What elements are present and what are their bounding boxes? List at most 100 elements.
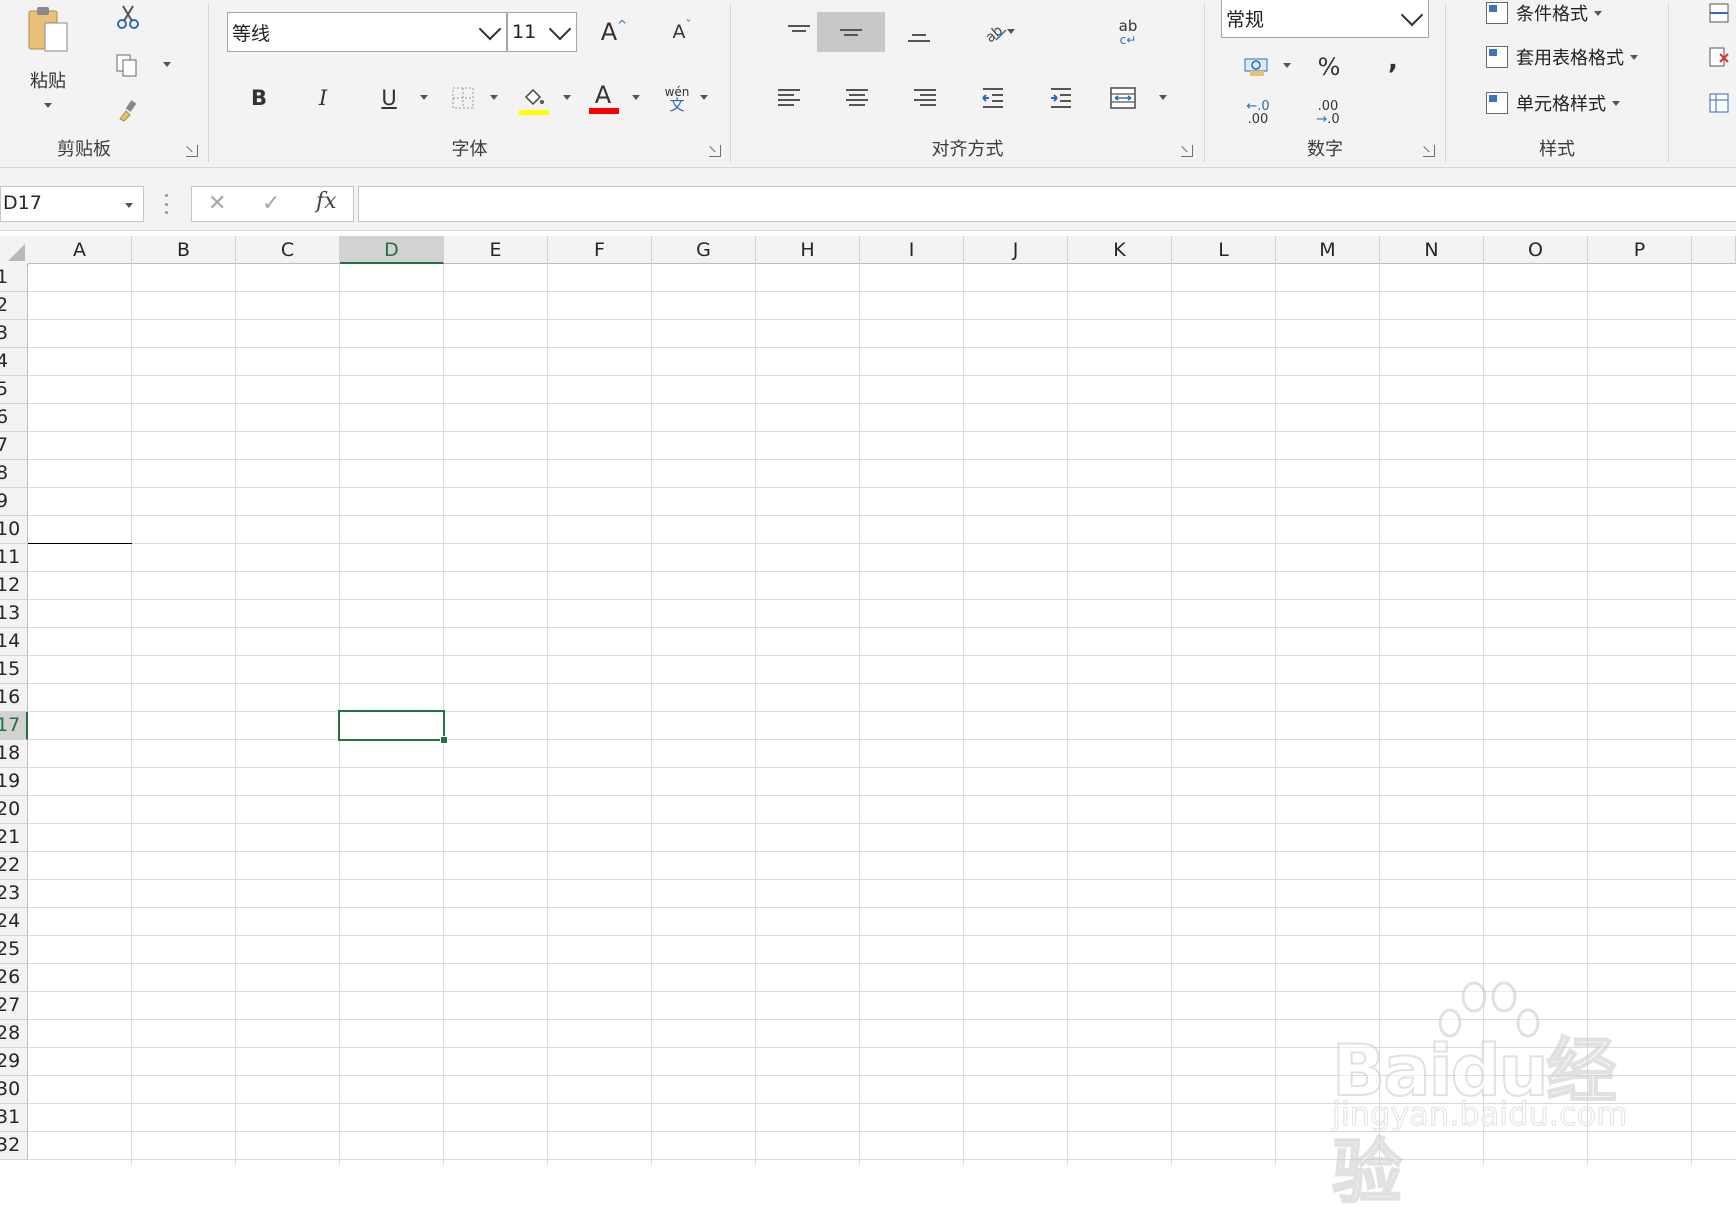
delete-cells-button[interactable] [1705,44,1733,70]
row-header-24[interactable]: 24 [0,908,28,936]
name-box-dropdown-icon[interactable] [125,203,133,208]
row-header-21[interactable]: 21 [0,824,28,852]
name-box[interactable]: D17 [0,186,144,222]
row-header-19[interactable]: 19 [0,768,28,796]
underline-button[interactable]: U [371,80,407,116]
format-as-table-button[interactable]: 套用表格格式 [1486,44,1638,70]
bold-button[interactable]: B [241,80,277,116]
row-header-25[interactable]: 25 [0,936,28,964]
insert-function-button[interactable]: fx [316,189,337,214]
column-header-m[interactable]: M [1276,236,1380,264]
align-left-button[interactable] [771,80,807,116]
number-dialog-launcher[interactable] [1423,145,1435,157]
row-header-11[interactable]: 11 [0,544,28,572]
copy-dropdown-icon[interactable] [163,62,171,67]
clipboard-dialog-launcher[interactable] [186,145,198,157]
column-header-g[interactable]: G [652,236,756,264]
formula-input[interactable] [358,186,1736,222]
row-header-2[interactable]: 2 [0,292,28,320]
column-header-n[interactable]: N [1380,236,1484,264]
column-header-f[interactable]: F [548,236,652,264]
cell-styles-button[interactable]: 单元格样式 [1486,90,1620,116]
fill-color-dropdown-icon[interactable] [563,95,571,100]
align-right-button[interactable] [907,80,943,116]
decrease-indent-button[interactable] [975,80,1011,116]
underline-dropdown-icon[interactable] [420,95,428,100]
phonetic-dropdown-icon[interactable] [700,95,708,100]
font-color-dropdown-icon[interactable] [632,95,640,100]
column-header-e[interactable]: E [444,236,548,264]
row-header-7[interactable]: 7 [0,432,28,460]
select-all-button[interactable] [0,236,29,265]
column-header-j[interactable]: J [964,236,1068,264]
row-header-6[interactable]: 6 [0,404,28,432]
row-header-15[interactable]: 15 [0,656,28,684]
row-header-27[interactable]: 27 [0,992,28,1020]
row-header-31[interactable]: 31 [0,1104,28,1132]
formula-bar-grip-icon[interactable] [164,194,168,214]
number-format-combo[interactable]: 常规 [1221,0,1429,38]
row-header-17[interactable]: 17 [0,712,28,740]
format-cells-button[interactable] [1705,90,1733,116]
increase-indent-button[interactable] [1043,80,1079,116]
column-header-b[interactable]: B [132,236,236,264]
row-header-32[interactable]: 32 [0,1132,28,1160]
column-header-i[interactable]: I [860,236,964,264]
row-header-29[interactable]: 29 [0,1048,28,1076]
cancel-edit-button[interactable]: ✕ [208,191,226,216]
accounting-format-button[interactable] [1237,50,1277,84]
copy-button[interactable] [110,50,144,80]
column-header-h[interactable]: H [756,236,860,264]
row-header-8[interactable]: 8 [0,460,28,488]
row-header-12[interactable]: 12 [0,572,28,600]
row-header-3[interactable]: 3 [0,320,28,348]
phonetic-button[interactable]: wén 文 [657,82,697,116]
confirm-edit-button[interactable]: ✓ [262,191,280,216]
row-header-13[interactable]: 13 [0,600,28,628]
font-color-button[interactable]: A [585,80,621,110]
row-header-9[interactable]: 9 [0,488,28,516]
orientation-dropdown-icon[interactable] [1007,29,1015,34]
column-header-l[interactable]: L [1172,236,1276,264]
row-header-16[interactable]: 16 [0,684,28,712]
column-header-a[interactable]: A [28,236,132,264]
insert-cells-button[interactable] [1705,0,1733,26]
format-painter-button[interactable] [112,96,144,126]
column-header-d[interactable]: D [340,236,444,264]
borders-dropdown-icon[interactable] [490,95,498,100]
row-header-26[interactable]: 26 [0,964,28,992]
column-header-k[interactable]: K [1068,236,1172,264]
paste-dropdown-icon[interactable] [44,102,52,108]
font-name-combo[interactable]: 等线 [227,12,507,52]
active-cell[interactable] [338,710,448,744]
align-center-button[interactable] [839,80,875,116]
italic-button[interactable]: I [305,80,341,116]
comma-style-button[interactable]: , [1373,44,1413,78]
row-header-30[interactable]: 30 [0,1076,28,1104]
row-header-23[interactable]: 23 [0,880,28,908]
shrink-font-button[interactable]: Aˇ [657,14,707,50]
font-size-combo[interactable]: 11 [507,12,577,52]
row-header-5[interactable]: 5 [0,376,28,404]
alignment-dialog-launcher[interactable] [1181,145,1193,157]
increase-decimal-button[interactable]: ←.0 .00 [1235,96,1281,130]
bottom-align-button[interactable] [889,12,949,52]
paste-button[interactable]: 粘贴 [14,0,82,112]
row-header-14[interactable]: 14 [0,628,28,656]
row-header-18[interactable]: 18 [0,740,28,768]
borders-button[interactable] [447,82,479,114]
column-header-p[interactable]: P [1588,236,1692,264]
row-header-10[interactable]: 10 [0,516,28,544]
column-header-c[interactable]: C [236,236,340,264]
merge-dropdown-icon[interactable] [1159,95,1167,100]
row-header-4[interactable]: 4 [0,348,28,376]
row-header-28[interactable]: 28 [0,1020,28,1048]
grow-font-button[interactable]: A ^ [589,14,639,50]
accounting-dropdown-icon[interactable] [1283,63,1291,68]
percent-style-button[interactable]: % [1309,50,1349,84]
row-header-22[interactable]: 22 [0,852,28,880]
wrap-text-button[interactable]: ab c↵ [1107,14,1149,50]
row-header-1[interactable]: 1 [0,264,28,292]
font-dialog-launcher[interactable] [709,145,721,157]
merge-center-button[interactable] [1103,80,1143,116]
